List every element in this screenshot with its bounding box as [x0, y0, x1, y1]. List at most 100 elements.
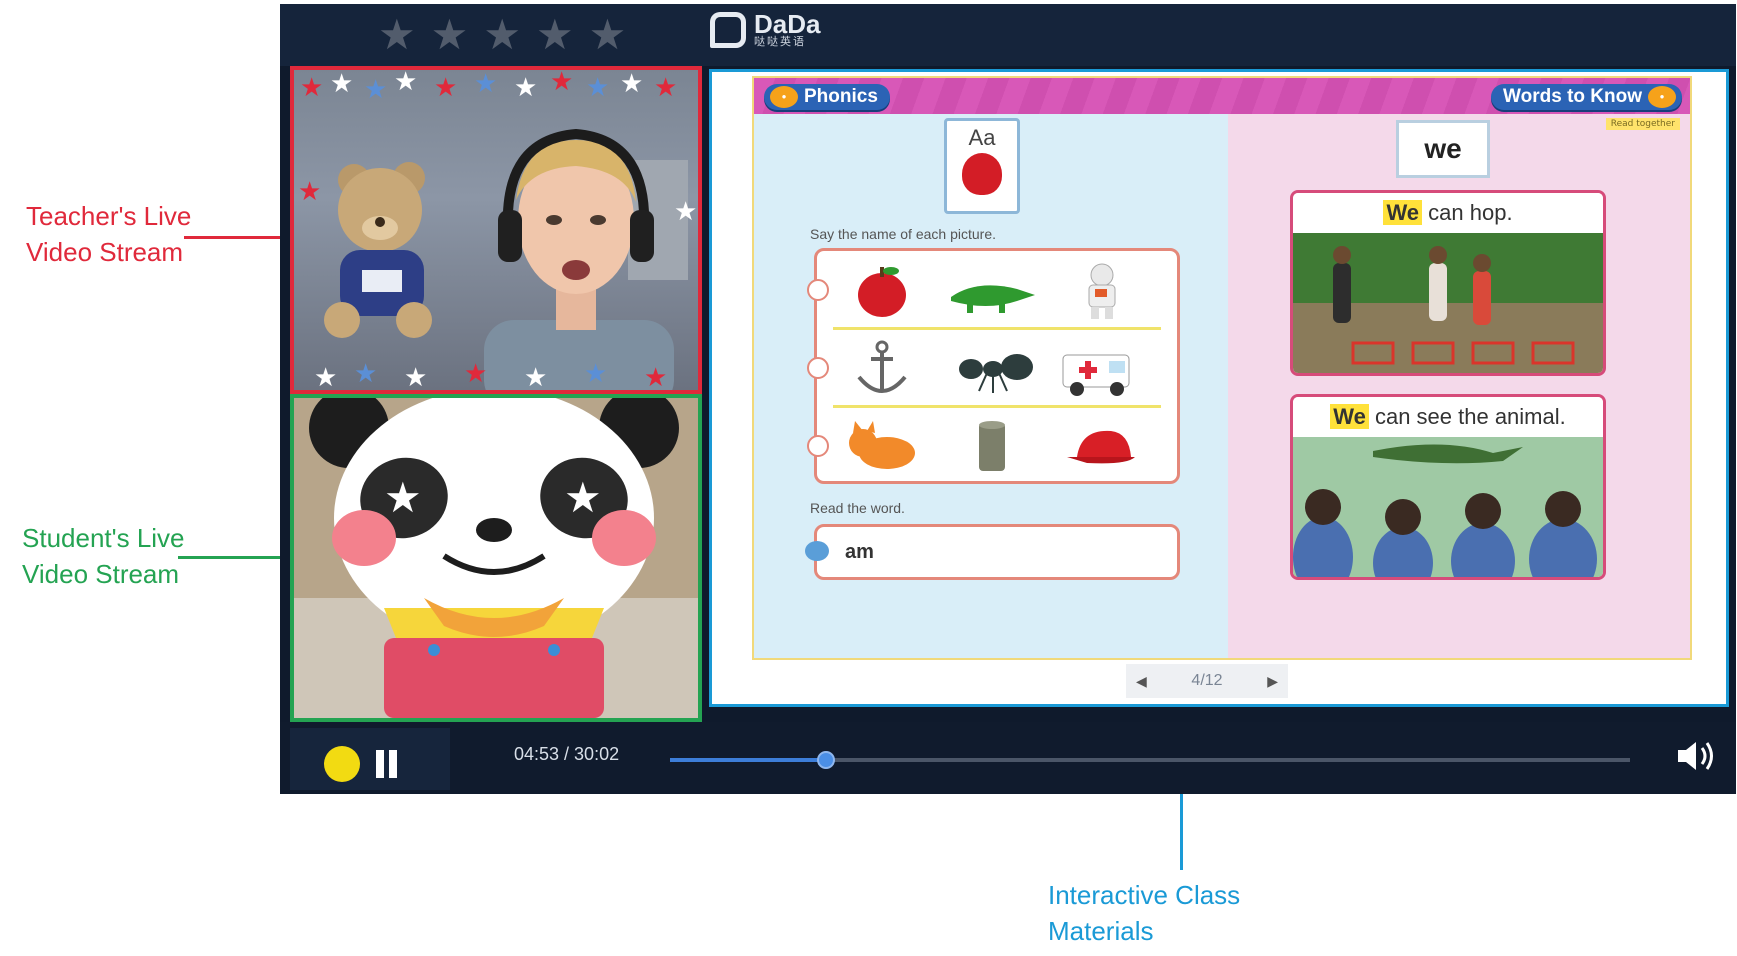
materials-annotation: Interactive Class Materials [1048, 877, 1240, 949]
star-frame-overlay: ★ ★ ★ ★ ★ ★ ★ ★ ★ ★ ★ ★ ★ ★ ★ ★ ★ ★ ★★ [298, 70, 697, 390]
row-divider [833, 405, 1161, 408]
apple-icon [962, 153, 1002, 195]
lesson-material[interactable]: ● Phonics Words to Know ● Read together … [709, 69, 1729, 707]
row-divider [833, 327, 1161, 330]
svg-text:★: ★ [330, 70, 353, 99]
badge-icon: ● [770, 86, 798, 108]
cat-icon[interactable] [837, 417, 927, 477]
picture-row [807, 253, 1177, 327]
svg-text:★: ★ [550, 70, 573, 97]
star-icon[interactable]: ★ [378, 12, 416, 58]
ant-icon[interactable] [947, 339, 1037, 399]
badge-icon: ● [1648, 86, 1676, 108]
progress-bar[interactable] [670, 751, 1630, 769]
page-navigator: ◀ 4/12 ▶ [1126, 664, 1288, 698]
svg-text:★: ★ [654, 73, 677, 103]
photo-card-animal: We can see the animal. [1290, 394, 1606, 580]
instruction-say: Say the name of each picture. [810, 226, 996, 242]
lesson-page[interactable]: ● Phonics Words to Know ● Read together … [752, 76, 1692, 660]
children-hopscotch-photo [1293, 233, 1603, 373]
photo-caption: We can hop. [1293, 193, 1603, 233]
caption-rest: can see the animal. [1368, 404, 1566, 429]
word-box[interactable]: am [805, 524, 1180, 580]
anchor-icon[interactable] [837, 339, 927, 399]
picture-grid [807, 248, 1180, 484]
svg-text:★: ★ [314, 363, 337, 390]
svg-text:★: ★ [464, 359, 487, 389]
progress-knob[interactable] [817, 751, 836, 769]
svg-text:★: ★ [644, 363, 667, 390]
read-together-tag: Read together [1605, 118, 1680, 130]
top-bar: ★ ★ ★ ★ ★ DaDa 哒哒英语 [280, 4, 1736, 66]
classroom-player: ★ ★ ★ ★ ★ DaDa 哒哒英语 ★ ★ ★ ★ ★ ★ ★ ★ ★ ★ … [280, 4, 1736, 794]
words-label: Words to Know [1503, 86, 1642, 107]
svg-text:★: ★ [364, 75, 387, 105]
can-icon[interactable] [947, 417, 1037, 477]
student-callout-line [178, 556, 294, 559]
progress-fill [670, 758, 827, 762]
playback-controls: 04:53 / 30:02 [280, 722, 1736, 794]
annotation-line-2: Video Stream [22, 559, 180, 589]
dada-logo: DaDa 哒哒英语 [710, 11, 820, 48]
astronaut-icon[interactable] [1057, 261, 1147, 321]
page-indicator[interactable]: 4/12 [1191, 672, 1222, 690]
photo-card-hop: We can hop. [1290, 190, 1606, 376]
phonics-tab[interactable]: ● Phonics [764, 84, 890, 110]
rating-stars: ★ ★ ★ ★ ★ [378, 12, 626, 58]
svg-text:★: ★ [434, 73, 457, 103]
ambulance-icon[interactable] [1057, 339, 1147, 399]
volume-icon[interactable] [1674, 736, 1718, 776]
phonics-label: Phonics [804, 86, 878, 107]
picture-row [807, 331, 1177, 405]
annotation-line-2: Video Stream [26, 237, 184, 267]
photo-caption: We can see the animal. [1293, 397, 1603, 437]
student-stream-annotation: Student's Live Video Stream [22, 520, 185, 592]
pause-icon[interactable] [376, 750, 398, 778]
svg-text:★: ★ [300, 73, 323, 103]
annotation-line-1: Teacher's Live [26, 201, 192, 231]
annotation-line-1: Student's Live [22, 523, 185, 553]
star-icon[interactable]: ★ [589, 12, 627, 58]
alligator-icon[interactable] [947, 261, 1037, 321]
svg-text:★: ★ [584, 359, 607, 389]
next-page-icon[interactable]: ▶ [1267, 673, 1278, 690]
audio-icon[interactable] [805, 541, 829, 561]
apple-icon[interactable] [837, 261, 927, 321]
svg-text:★: ★ [620, 70, 643, 99]
caption-rest: can hop. [1422, 200, 1513, 225]
picture-row [807, 409, 1177, 483]
star-icon[interactable]: ★ [536, 12, 574, 58]
words-to-know-tab[interactable]: Words to Know ● [1491, 84, 1682, 110]
letter-card: Aa [944, 118, 1020, 214]
teacher-stream-annotation: Teacher's Live Video Stream [26, 198, 191, 270]
svg-text:★: ★ [674, 197, 697, 227]
caption-highlight: We [1330, 404, 1369, 429]
svg-text:★: ★ [564, 473, 602, 522]
teacher-video: ★ ★ ★ ★ ★ ★ ★ ★ ★ ★ ★ ★ ★ ★ ★ ★ ★ ★ ★ ★ [290, 66, 702, 394]
star-icon[interactable]: ★ [431, 12, 469, 58]
instruction-read: Read the word. [810, 500, 905, 516]
svg-text:★: ★ [474, 70, 497, 99]
svg-text:★: ★ [298, 177, 321, 207]
teacher-callout-line [184, 236, 294, 239]
svg-text:★: ★ [384, 473, 422, 522]
svg-text:★: ★ [514, 73, 537, 103]
annotation-line-2: Materials [1048, 916, 1154, 946]
star-icon[interactable]: ★ [483, 12, 521, 58]
children-animal-photo [1293, 437, 1603, 577]
logo-mark-icon [710, 12, 746, 48]
prev-page-icon[interactable]: ◀ [1136, 673, 1147, 690]
svg-text:★: ★ [354, 359, 377, 389]
student-video: ★ ★ [290, 394, 702, 722]
star-bullet-icon [807, 357, 829, 379]
annotation-line-1: Interactive Class [1048, 880, 1241, 910]
cursor-highlight-icon [324, 746, 360, 782]
cap-icon[interactable] [1057, 417, 1147, 477]
playback-time: 04:53 / 30:02 [514, 744, 620, 764]
svg-text:★: ★ [524, 363, 547, 390]
sight-word-card: we [1396, 120, 1490, 178]
svg-text:★: ★ [394, 70, 417, 97]
svg-text:★: ★ [404, 363, 427, 390]
word-text: am [845, 541, 874, 563]
panda-avatar-icon: ★ ★ [294, 398, 698, 718]
